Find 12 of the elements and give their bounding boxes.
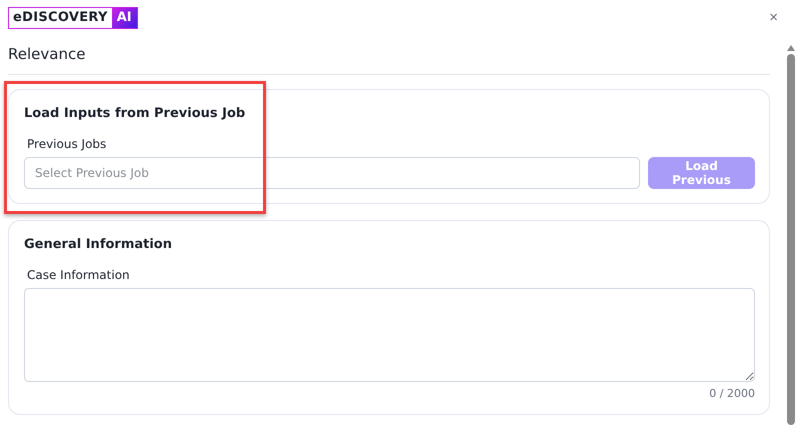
field-label: Case Information	[27, 268, 131, 282]
logo-text: eDISCOVERY	[12, 8, 109, 26]
page-title: Relevance	[8, 45, 86, 63]
field-label: Previous Jobs	[27, 137, 108, 151]
character-counter: 0 / 2000	[709, 387, 755, 400]
section-heading: Load Inputs from Previous Job	[24, 106, 246, 121]
logo-badge: AI	[112, 8, 137, 28]
case-information-field[interactable]	[24, 288, 755, 382]
close-button[interactable]: ×	[769, 8, 778, 26]
scrollbar-thumb[interactable]	[787, 54, 795, 425]
section-heading: General Information	[24, 237, 173, 252]
previous-job-select[interactable]: Select Previous Job	[24, 157, 640, 189]
